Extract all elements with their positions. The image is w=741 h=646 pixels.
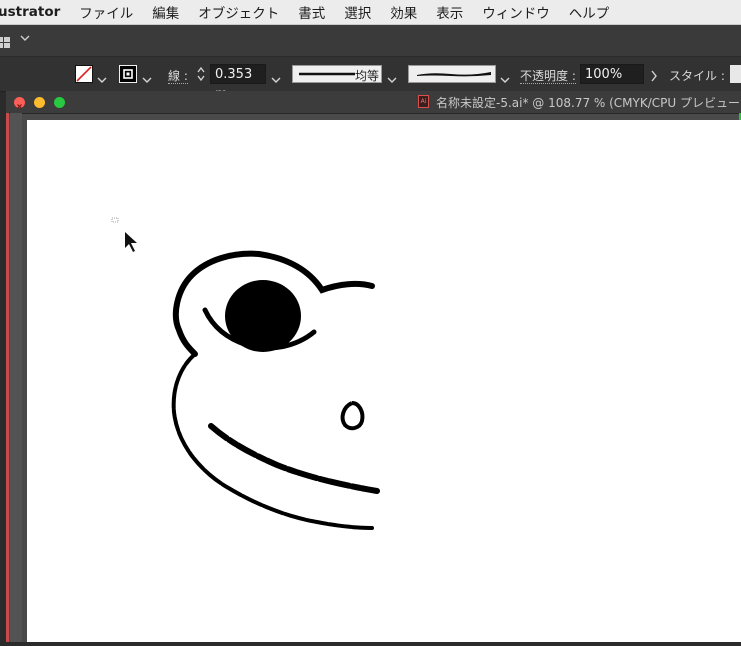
menu-type[interactable]: 書式 [298, 2, 325, 22]
style-label[interactable]: スタイル : [669, 67, 725, 84]
stroke-swatch[interactable] [119, 65, 137, 83]
app-menu[interactable]: ustrator [0, 4, 60, 20]
stroke-label-text: 線 : [168, 69, 188, 84]
close-button[interactable] [14, 97, 25, 109]
frog-mouth [208, 423, 380, 494]
cursor-arrow-icon [125, 232, 137, 252]
menu-help[interactable]: ヘルプ [569, 2, 610, 22]
profile-label: 均等 [355, 69, 380, 83]
left-gutter [10, 113, 22, 642]
menu-bar: ustrator ファイル 編集 オブジェクト 書式 選択 効果 表示 ウィンド… [0, 0, 741, 25]
variable-width-profile[interactable]: 均等 [292, 65, 382, 83]
document-title-bar: Ai 名称未設定-5.ai* @ 108.77 % (CMYK/CPU プレビュ… [6, 91, 741, 114]
minimize-button[interactable] [34, 97, 45, 108]
selection-marker [111, 217, 119, 223]
menu-view[interactable]: 表示 [436, 2, 463, 22]
chevron-down-icon[interactable] [20, 34, 30, 45]
chevron-down-icon[interactable] [142, 69, 152, 88]
stroke-square-icon [123, 69, 133, 79]
frog-artwork [111, 217, 380, 530]
chevron-right-icon[interactable] [650, 67, 658, 86]
frog-pupil [225, 280, 301, 352]
brush-definition[interactable] [408, 65, 496, 83]
opacity-label-text: 不透明度 : [520, 69, 576, 84]
left-edge-bar [6, 113, 9, 642]
application-bar [0, 25, 741, 57]
document-title: 名称未設定-5.ai* @ 108.77 % (CMYK/CPU プレビュー [436, 96, 740, 110]
frog-nostril [340, 401, 365, 431]
menu-window[interactable]: ウィンドウ [482, 2, 550, 22]
jaw-outline [171, 352, 374, 530]
none-fill-icon [76, 66, 92, 82]
zoom-button[interactable] [54, 97, 65, 108]
control-bar: 線 : 0.353 m 均等 不透明度 : 100% スタイル : [0, 57, 741, 102]
graphic-style-swatch[interactable] [730, 65, 741, 83]
chevron-down-icon[interactable] [271, 69, 281, 88]
stroke-line-icon [299, 72, 355, 76]
artboard[interactable] [27, 120, 741, 642]
chevron-down-icon[interactable] [500, 69, 510, 88]
opacity-label[interactable]: 不透明度 : [520, 67, 576, 84]
stepper-icon[interactable] [196, 65, 206, 87]
menu-effect[interactable]: 効果 [390, 2, 417, 22]
workspace-grid-icon[interactable] [0, 34, 11, 53]
menu-object[interactable]: オブジェクト [198, 2, 279, 22]
menu-file[interactable]: ファイル [79, 2, 133, 22]
stroke-weight-input[interactable]: 0.353 m [210, 64, 266, 102]
ai-file-icon: Ai [418, 95, 429, 108]
opacity-input[interactable]: 100% [580, 64, 644, 84]
brush-stroke-icon [417, 72, 491, 77]
chevron-down-icon[interactable] [97, 69, 107, 88]
close-icon [17, 104, 22, 109]
fill-swatch[interactable] [75, 65, 93, 83]
menu-edit[interactable]: 編集 [152, 2, 179, 22]
menu-select[interactable]: 選択 [344, 2, 371, 22]
document-window: Ai 名称未設定-5.ai* @ 108.77 % (CMYK/CPU プレビュ… [6, 91, 741, 642]
stroke-label[interactable]: 線 : [168, 67, 188, 84]
chevron-down-icon[interactable] [387, 69, 397, 88]
